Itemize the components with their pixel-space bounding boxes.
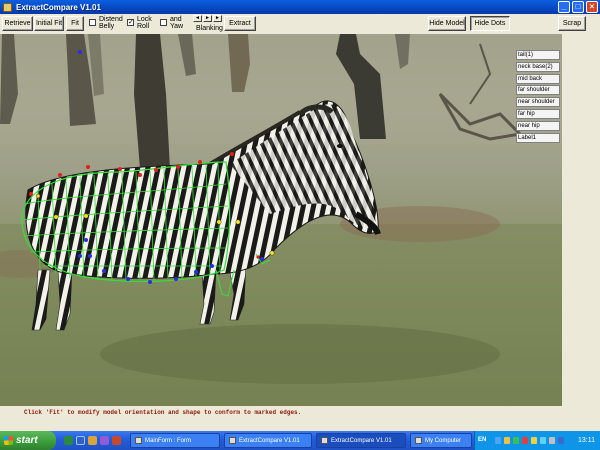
app-quicklaunch-icon[interactable]	[100, 436, 109, 445]
window-icon	[321, 437, 328, 444]
taskbar: start MainForm : Form ExtractCompare V1.…	[0, 431, 600, 450]
distend-belly-checkbox[interactable]	[89, 19, 96, 26]
system-tray: EN 13:11	[474, 431, 600, 450]
window-icon	[229, 437, 236, 444]
fit-button[interactable]: Fit	[66, 16, 84, 31]
form-icon	[135, 437, 142, 444]
image-canvas[interactable]	[0, 34, 562, 406]
blanking-extra-button[interactable]: ►	[213, 15, 222, 22]
tray-connection-icon[interactable]	[540, 437, 546, 444]
lock-roll-checkbox[interactable]: ✓	[127, 19, 134, 26]
taskbar-item-label: ExtractCompare V1.01	[331, 437, 392, 444]
tray-network-icon[interactable]	[513, 437, 519, 444]
tray-volume-icon[interactable]	[549, 437, 555, 444]
tray-misc-icon[interactable]	[558, 437, 564, 444]
language-indicator[interactable]: EN	[478, 437, 486, 443]
excel-icon[interactable]	[64, 436, 73, 445]
minimize-button[interactable]: _	[558, 1, 570, 13]
extract-button[interactable]: Extract	[224, 16, 256, 31]
start-button[interactable]: start	[0, 431, 56, 450]
retrieve-button[interactable]: Retrieve	[2, 16, 33, 31]
computer-icon	[415, 437, 422, 444]
label-1[interactable]: Label1	[516, 132, 560, 143]
hide-model-button[interactable]: Hide Model	[428, 16, 466, 31]
media-icon[interactable]	[112, 436, 121, 445]
windows-logo-icon	[4, 436, 13, 445]
blanking-left-button[interactable]: ◄	[193, 15, 202, 22]
taskbar-item-label: MainForm : Form	[145, 437, 192, 444]
label-far-hip[interactable]: far hip	[516, 108, 560, 119]
toolbar: Retrieve Initial Fit Fit Distend Belly ✓…	[0, 14, 600, 34]
title-bar: ExtractCompare V1.01 _ □ ×	[0, 0, 600, 14]
folder-icon[interactable]	[88, 436, 97, 445]
taskbar-item-extractcompare-1[interactable]: ExtractCompare V1.01	[224, 433, 312, 448]
and-yaw-label: and Yaw	[170, 16, 184, 30]
initial-fit-button[interactable]: Initial Fit	[34, 16, 64, 31]
instruction-text: Click 'Fit' to modify model orientation …	[24, 409, 302, 416]
label-tail[interactable]: tail(1)	[516, 50, 560, 60]
taskbar-item-label: My Computer	[425, 437, 462, 444]
taskbar-item-label: ExtractCompare V1.01	[239, 437, 300, 444]
tray-security-icon[interactable]	[522, 437, 528, 444]
taskbar-item-my-computer[interactable]: My Computer	[410, 433, 472, 448]
model-label-list: tail(1) neck base(2) mid back far should…	[516, 50, 560, 144]
scrap-button[interactable]: Scrap	[558, 16, 586, 31]
scene-image	[0, 34, 562, 406]
word-icon[interactable]	[76, 436, 85, 445]
tray-folder-icon[interactable]	[504, 437, 510, 444]
taskbar-item-extractcompare-2[interactable]: ExtractCompare V1.01	[316, 433, 406, 448]
label-neck-base[interactable]: neck base(2)	[516, 61, 560, 72]
tray-help-icon[interactable]	[495, 437, 501, 444]
close-button[interactable]: ×	[586, 1, 598, 13]
window-title: ExtractCompare V1.01	[16, 2, 101, 12]
blanking-right-button[interactable]: ►	[203, 15, 212, 22]
maximize-button[interactable]: □	[572, 1, 584, 13]
blanking-label: Blanking	[196, 25, 223, 32]
label-near-hip[interactable]: near hip	[516, 120, 560, 131]
clock: 13:11	[578, 437, 595, 444]
lock-roll-label: Lock Roll	[137, 16, 152, 30]
start-label: start	[16, 435, 38, 446]
app-icon	[3, 2, 12, 12]
label-near-shoulder[interactable]: near shoulder	[516, 97, 560, 108]
and-yaw-checkbox[interactable]	[160, 19, 167, 26]
label-mid-back[interactable]: mid back	[516, 73, 560, 84]
taskbar-item-mainform[interactable]: MainForm : Form	[130, 433, 220, 448]
tray-alert-icon[interactable]	[531, 437, 537, 444]
hide-dots-button[interactable]: Hide Dots	[470, 16, 510, 31]
label-far-shoulder[interactable]: far shoulder	[516, 85, 560, 96]
distend-belly-label: Distend Belly	[99, 16, 123, 30]
